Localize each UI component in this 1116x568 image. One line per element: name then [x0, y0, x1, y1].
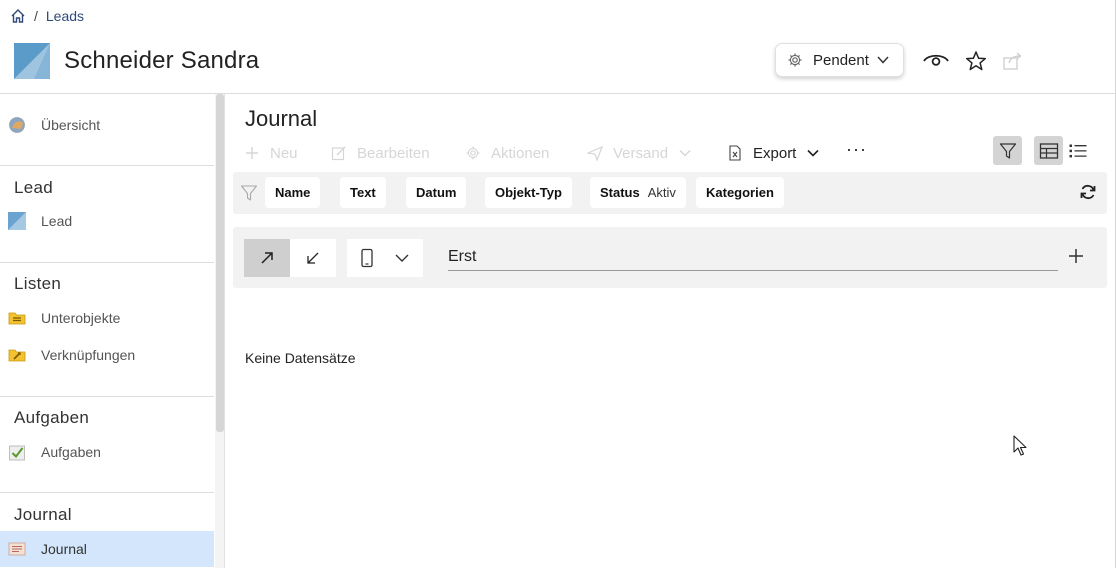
status-label: Pendent: [813, 51, 869, 69]
sidebar-item-label: Aufgaben: [41, 444, 101, 460]
filter-chip-status[interactable]: Status Aktiv: [590, 177, 686, 208]
filter-chip-kategorien[interactable]: Kategorien: [696, 177, 784, 208]
page-title: Journal: [245, 106, 318, 131]
sidebar-divider: [0, 492, 214, 493]
sidebar-item-label: Unterobjekte: [41, 310, 121, 326]
filter-chip-label: Name: [275, 185, 311, 200]
more-options-button[interactable]: ···: [846, 138, 867, 160]
mobile-phone-icon: [361, 248, 373, 268]
chevron-down-icon: [678, 146, 692, 160]
chevron-down-icon: [394, 250, 410, 266]
sidebar-item-verknuepfungen[interactable]: Verknüpfungen: [0, 337, 214, 373]
filter-chip-text[interactable]: Text: [340, 177, 386, 208]
filter-chip-datum[interactable]: Datum: [406, 177, 467, 208]
filter-chip-objekt-typ[interactable]: Objekt-Typ: [485, 177, 572, 208]
filter-chip-label: Text: [350, 185, 376, 200]
chevron-down-icon: [876, 53, 890, 67]
sidebar-section-aufgaben: Aufgaben: [14, 408, 90, 427]
chevron-down-icon: [806, 146, 820, 160]
filter-toggle-button[interactable]: [993, 136, 1022, 165]
edit-button-label: Bearbeiten: [357, 144, 430, 162]
sidebar: Übersicht Lead Lead Listen Unterobjekte …: [0, 94, 214, 568]
send-icon: [587, 145, 603, 161]
refresh-icon[interactable]: [1079, 183, 1097, 201]
outgoing-direction-button[interactable]: [244, 239, 290, 277]
eye-icon[interactable]: [923, 48, 949, 74]
sidebar-section-journal: Journal: [14, 505, 72, 524]
folder-link-icon: [8, 346, 26, 364]
filter-chip-label: Datum: [416, 185, 457, 200]
filter-chip-name[interactable]: Name: [265, 177, 321, 208]
journal-icon: [8, 540, 26, 558]
sidebar-scrollbar[interactable]: [215, 94, 225, 568]
filter-chip-label: Status: [600, 185, 640, 200]
list-icon: [1069, 144, 1086, 157]
sidebar-section-listen: Listen: [14, 274, 62, 293]
plus-icon: [244, 145, 260, 161]
entry-type-select[interactable]: [347, 239, 423, 277]
sidebar-divider: [0, 396, 214, 397]
sidebar-item-lead[interactable]: Lead: [0, 203, 214, 239]
breadcrumb-link-leads[interactable]: Leads: [46, 8, 84, 24]
record-title: Schneider Sandra: [64, 47, 260, 74]
journal-entry-bar: [233, 227, 1107, 288]
breadcrumb: / Leads: [10, 6, 84, 26]
filter-chip-value: Aktiv: [647, 185, 676, 200]
sidebar-item-label: Übersicht: [41, 117, 101, 133]
list-view-button[interactable]: [1063, 136, 1092, 165]
lead-icon: [8, 212, 26, 230]
sidebar-section-lead: Lead: [14, 178, 54, 197]
gear-icon: [465, 145, 481, 161]
sidebar-item-label: Verknüpfungen: [41, 347, 136, 363]
new-button-label: Neu: [270, 144, 298, 162]
new-button[interactable]: Neu: [244, 142, 298, 164]
status-dropdown-button[interactable]: Pendent: [775, 43, 904, 77]
overview-icon: [8, 116, 26, 134]
add-entry-icon[interactable]: [1067, 247, 1085, 265]
sidebar-divider: [0, 262, 214, 263]
actions-button-label: Aktionen: [491, 144, 550, 162]
table-view-button[interactable]: [1034, 136, 1063, 165]
record-header: Schneider Sandra: [14, 43, 259, 79]
sidebar-item-label: Lead: [41, 213, 73, 229]
empty-state-message: Keine Datensätze: [245, 350, 356, 366]
breadcrumb-separator: /: [34, 8, 38, 24]
funnel-icon[interactable]: [240, 184, 258, 202]
filter-chip-label: Objekt-Typ: [495, 185, 562, 200]
sidebar-item-unterobjekte[interactable]: Unterobjekte: [0, 300, 214, 336]
actions-button[interactable]: Aktionen: [465, 142, 549, 164]
mouse-pointer-icon: [1013, 435, 1027, 457]
arrow-up-right-icon: [261, 252, 273, 264]
share-icon[interactable]: [999, 48, 1025, 74]
excel-file-icon: [727, 145, 743, 161]
lead-record-icon: [14, 43, 50, 79]
send-button-label: Versand: [613, 144, 669, 162]
entry-subject-input[interactable]: [448, 244, 1058, 271]
edit-icon: [331, 145, 347, 161]
export-button-label: Export: [753, 144, 797, 162]
table-icon: [1039, 142, 1058, 159]
task-check-icon: [8, 443, 26, 461]
sidebar-item-journal[interactable]: Journal: [0, 531, 214, 567]
sidebar-item-aufgaben[interactable]: Aufgaben: [0, 434, 214, 470]
sidebar-divider: [0, 165, 214, 166]
scrollbar-thumb[interactable]: [216, 94, 224, 432]
filter-bar: Name Text Datum Objekt-Typ Status Aktiv K…: [233, 172, 1107, 214]
filter-chip-label: Kategorien: [706, 185, 774, 200]
edit-button[interactable]: Bearbeiten: [331, 142, 430, 164]
sidebar-item-label: Journal: [41, 541, 87, 557]
folder-list-icon: [8, 309, 26, 327]
arrow-down-left-icon: [307, 252, 319, 264]
export-dropdown-button[interactable]: Export: [727, 142, 820, 164]
funnel-icon: [999, 142, 1016, 159]
send-dropdown-button[interactable]: Versand: [587, 142, 692, 164]
gear-icon: [787, 52, 803, 68]
home-icon[interactable]: [10, 8, 26, 24]
star-icon[interactable]: [963, 48, 989, 74]
sidebar-item-overview[interactable]: Übersicht: [0, 107, 214, 143]
incoming-direction-button[interactable]: [290, 239, 336, 277]
